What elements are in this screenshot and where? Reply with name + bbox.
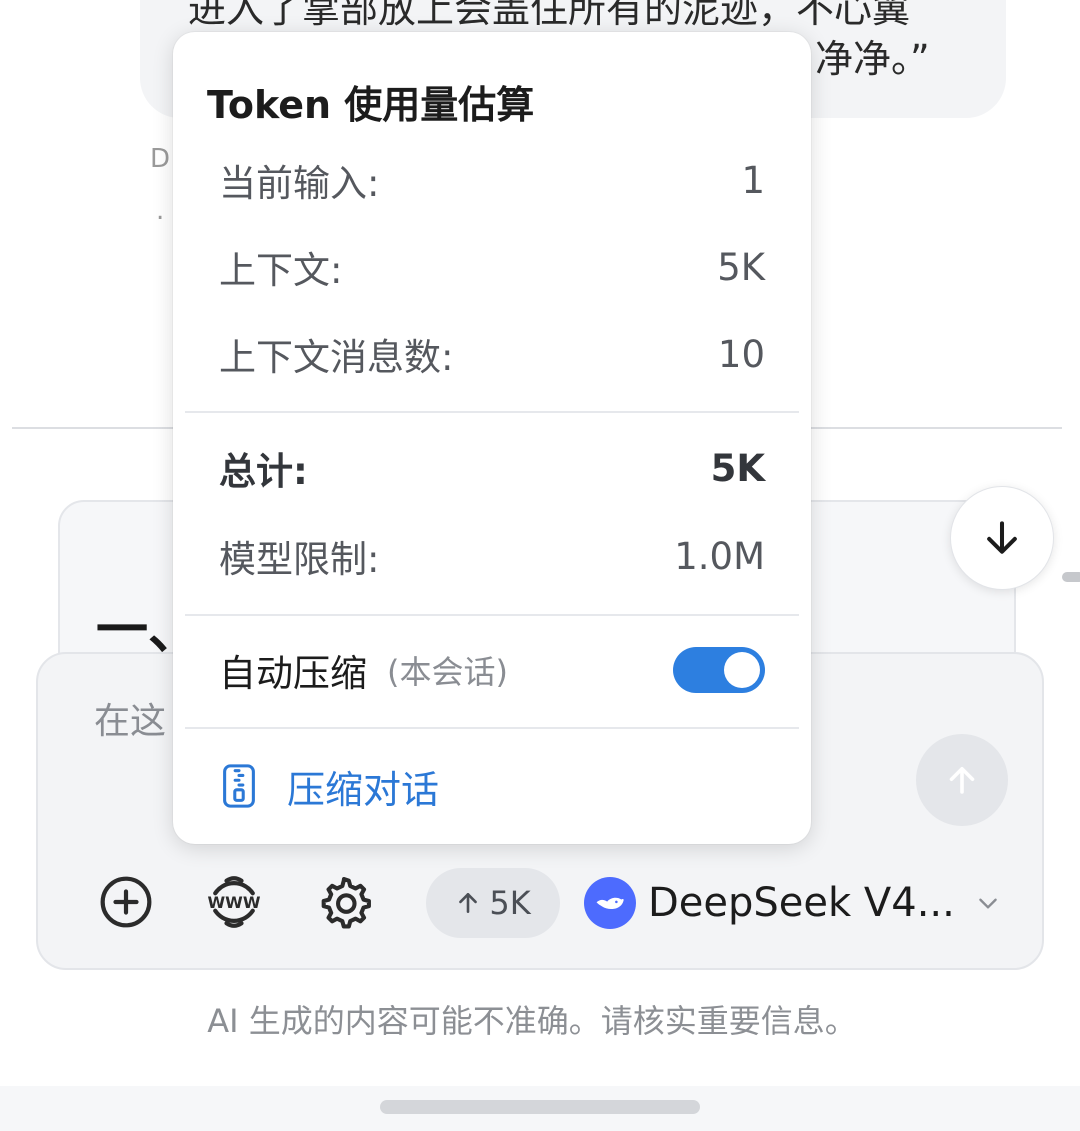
- popover-divider: [185, 727, 799, 729]
- ai-disclaimer: AI 生成的内容可能不准确。请核实重要信息。: [207, 1002, 857, 1040]
- arrow-up-icon: [949, 766, 975, 794]
- stat-label: 当前输入:: [219, 162, 380, 205]
- auto-compress-row: 自动压缩 (本会话): [219, 642, 765, 698]
- web-search-button[interactable]: WWW: [204, 872, 264, 932]
- home-indicator[interactable]: [380, 1100, 700, 1114]
- total-value: 5K: [710, 446, 765, 490]
- compress-conversation-label: 压缩对话: [287, 767, 440, 812]
- send-button[interactable]: [916, 734, 1008, 826]
- gear-icon: [321, 876, 371, 929]
- stat-label: 上下文消息数:: [219, 336, 454, 379]
- deepseek-logo-icon: [584, 877, 636, 929]
- arrow-up-icon: [459, 893, 478, 913]
- add-attachment-button[interactable]: [96, 872, 156, 932]
- popover-divider: [185, 411, 799, 413]
- arrow-down-icon: [987, 521, 1017, 554]
- stat-row-total: 总计: 5K: [219, 440, 765, 496]
- zip-file-icon: [223, 764, 255, 808]
- total-label: 总计:: [219, 450, 308, 493]
- token-usage-chip[interactable]: 5K: [426, 868, 560, 938]
- model-selector[interactable]: DeepSeek V4...: [584, 876, 1001, 930]
- model-name: DeepSeek V4...: [648, 880, 955, 926]
- scroll-to-bottom-button[interactable]: [950, 486, 1054, 590]
- token-chip-label: 5K: [489, 884, 531, 922]
- stat-label: 上下文:: [219, 249, 343, 292]
- stat-value: 10: [717, 332, 765, 376]
- app-screen: 进入了掌部放上会盖住所有的泥迹，不心翼 净净。” D . 一、 在这 WWW 5…: [0, 0, 1080, 1131]
- auto-compress-toggle[interactable]: [673, 647, 765, 693]
- svg-text:WWW: WWW: [208, 893, 261, 912]
- stat-row-context-messages: 上下文消息数: 10: [219, 326, 765, 382]
- message-text-line: 进入了掌部放上会盖住所有的泥迹，不心翼: [188, 0, 911, 31]
- stat-row-current-input: 当前输入: 1: [219, 152, 765, 208]
- auto-compress-sublabel: (本会话): [387, 653, 508, 691]
- message-text-line: 净净。”: [815, 37, 930, 81]
- model-limit-value: 1.0M: [674, 534, 765, 578]
- auto-compress-label: 自动压缩: [219, 652, 367, 695]
- web-search-icon: WWW: [208, 876, 261, 928]
- scrollbar-handle[interactable]: [1062, 572, 1080, 582]
- chevron-down-icon: [975, 890, 1001, 916]
- settings-button[interactable]: [314, 872, 374, 932]
- add-icon: [100, 876, 152, 928]
- stat-value: 1: [741, 158, 765, 202]
- toggle-knob: [724, 652, 760, 688]
- message-meta-dot: .: [156, 196, 165, 226]
- stat-value: 5K: [717, 245, 765, 289]
- token-usage-popover: Token 使用量估算 当前输入: 1 上下文: 5K 上下文消息数: 10 总…: [173, 32, 811, 844]
- stat-row-context: 上下文: 5K: [219, 239, 765, 295]
- model-limit-label: 模型限制:: [219, 538, 380, 581]
- popover-title: Token 使用量估算: [207, 83, 535, 127]
- compress-conversation-button[interactable]: 压缩对话: [219, 758, 439, 814]
- stat-row-model-limit: 模型限制: 1.0M: [219, 528, 765, 584]
- message-meta: D: [150, 144, 171, 174]
- popover-divider: [185, 614, 799, 616]
